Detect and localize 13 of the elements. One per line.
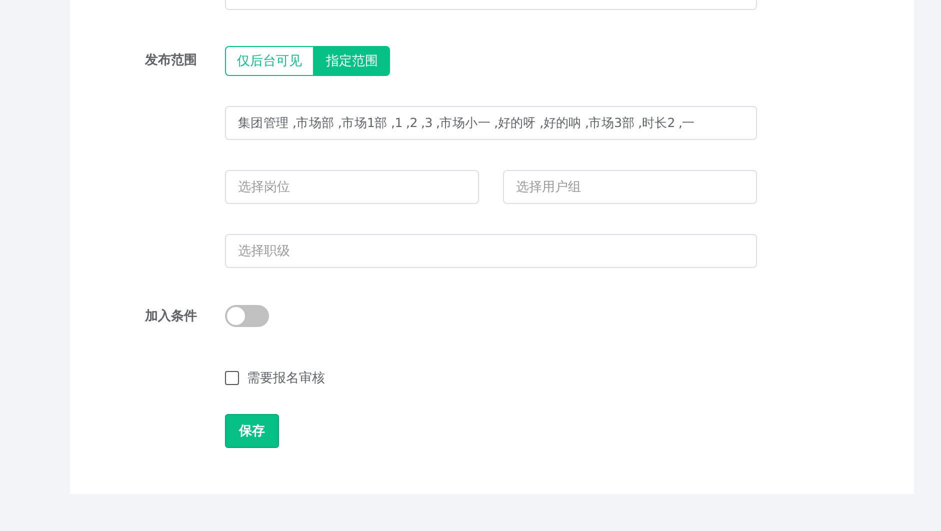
select-field[interactable]: 选择用户组 bbox=[503, 170, 757, 204]
select-field[interactable]: 选择职级 bbox=[225, 234, 757, 268]
checkbox-label[interactable]: 需要报名审核 bbox=[247, 369, 325, 387]
segment-button[interactable]: 指定范围 bbox=[314, 46, 390, 76]
field-label: 发布范围 bbox=[145, 53, 197, 68]
input-field[interactable]: 集团管理 ,市场部 ,市场1部 ,1 ,2 ,3 ,市场小一 ,好的呀 ,好的呐 ,市场3部 ,时长2 ,一 bbox=[225, 106, 757, 140]
segment-button[interactable]: 仅后台可见 bbox=[225, 46, 314, 76]
field-label: 加入条件 bbox=[145, 309, 197, 324]
input-field[interactable] bbox=[225, 0, 757, 10]
select-field[interactable]: 选择岗位 bbox=[225, 170, 479, 204]
checkbox[interactable] bbox=[225, 371, 239, 385]
save-button[interactable]: 保存 bbox=[225, 414, 279, 448]
toggle-switch[interactable] bbox=[225, 305, 269, 327]
